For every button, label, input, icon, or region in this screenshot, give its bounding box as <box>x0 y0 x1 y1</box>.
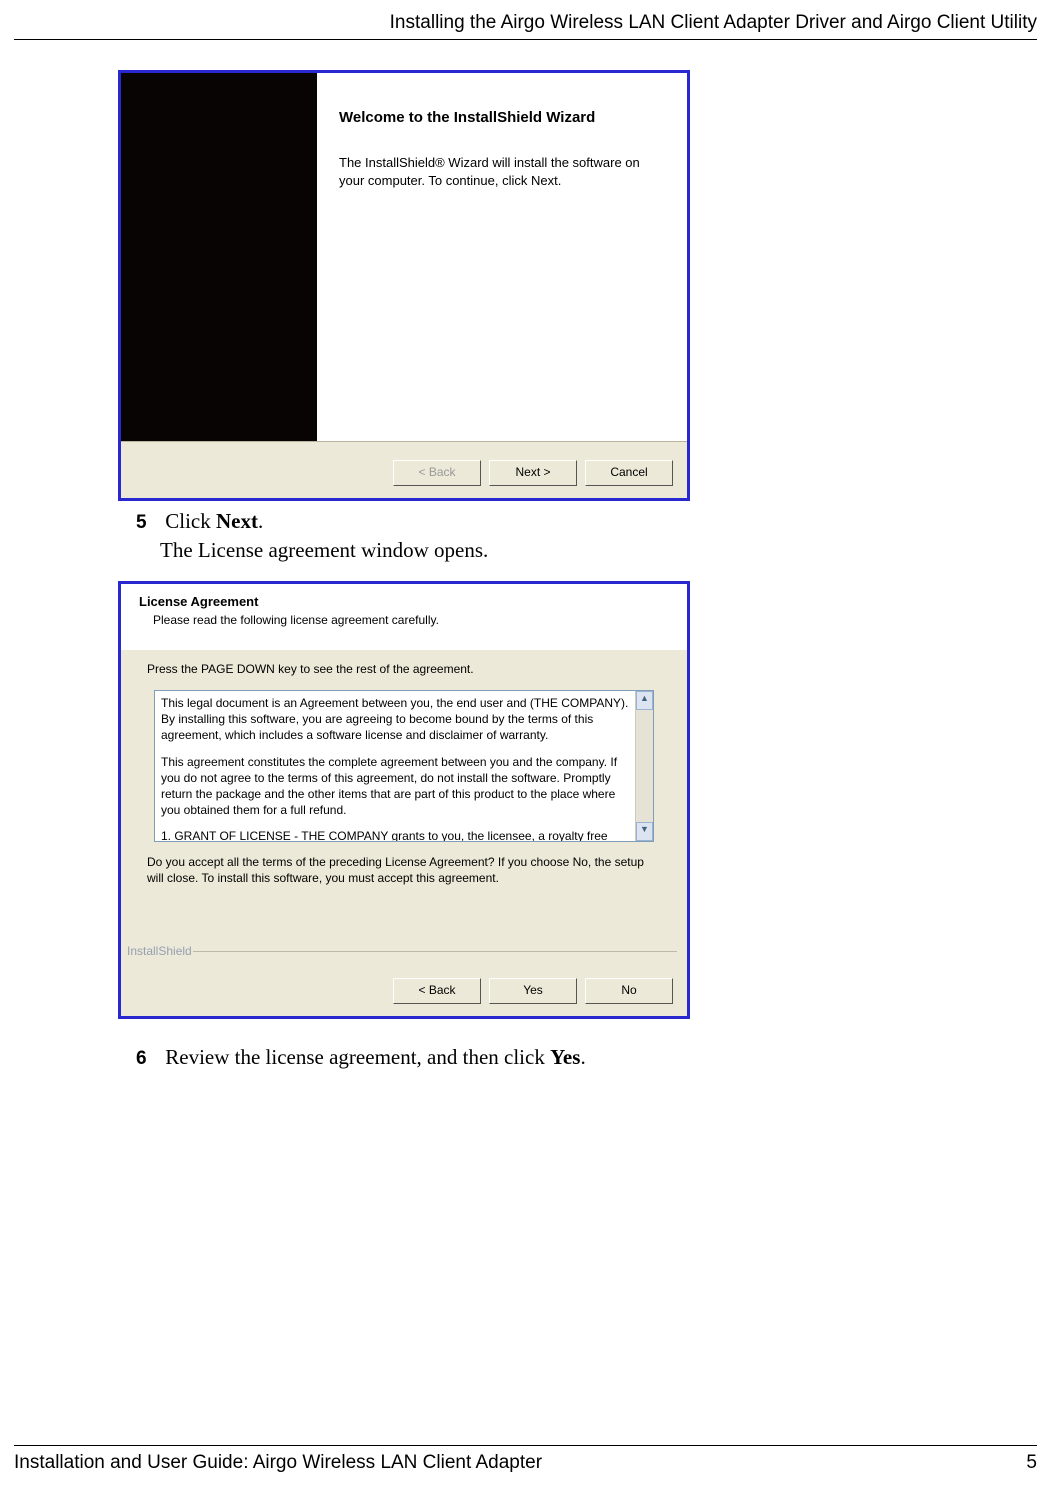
back-button[interactable]: < Back <box>393 978 481 1004</box>
brand-divider <box>193 951 677 952</box>
no-button[interactable]: No <box>585 978 673 1004</box>
wizard-main-panel: Welcome to the InstallShield Wizard The … <box>317 73 687 442</box>
step-text: Review the license agreement, and then c… <box>165 1045 585 1069</box>
back-button: < Back <box>393 460 481 486</box>
step-text: Click Next. <box>165 509 263 533</box>
license-text-area[interactable]: This legal document is an Agreement betw… <box>154 690 654 842</box>
header-rule <box>14 39 1037 40</box>
next-button[interactable]: Next > <box>489 460 577 486</box>
wizard-button-bar: < Back Next > Cancel <box>121 441 687 498</box>
scroll-down-icon[interactable]: ▼ <box>636 822 653 841</box>
license-hint: Press the PAGE DOWN key to see the rest … <box>147 662 661 676</box>
step-5-sub: The License agreement window opens. <box>160 538 1011 563</box>
footer-title: Installation and User Guide: Airgo Wirel… <box>14 1452 542 1474</box>
page-header: Installing the Airgo Wireless LAN Client… <box>0 12 1037 34</box>
license-subtitle: Please read the following license agreem… <box>153 613 669 627</box>
license-body: Press the PAGE DOWN key to see the rest … <box>121 650 687 960</box>
license-accept-text: Do you accept all the terms of the prece… <box>147 854 661 886</box>
scroll-up-icon[interactable]: ▲ <box>636 691 653 710</box>
license-text-content: This legal document is an Agreement betw… <box>155 691 635 841</box>
scroll-track[interactable] <box>636 710 653 822</box>
installshield-brand: InstallShield <box>127 944 192 958</box>
yes-button[interactable]: Yes <box>489 978 577 1004</box>
page-footer: Installation and User Guide: Airgo Wirel… <box>14 1452 1037 1474</box>
step-number: 6 <box>136 1048 160 1070</box>
step-5: 5 Click Next. <box>136 509 1011 534</box>
page-number: 5 <box>1026 1452 1037 1474</box>
wizard-sidebar-image <box>121 73 317 442</box>
installshield-welcome-dialog: Welcome to the InstallShield Wizard The … <box>118 70 690 501</box>
page-content: Welcome to the InstallShield Wizard The … <box>118 70 1011 1074</box>
footer-rule <box>14 1445 1037 1446</box>
license-title: License Agreement <box>139 594 669 609</box>
step-number: 5 <box>136 512 160 534</box>
license-agreement-dialog: License Agreement Please read the follow… <box>118 581 690 1019</box>
license-button-bar: < Back Yes No <box>121 960 687 1016</box>
wizard-title: Welcome to the InstallShield Wizard <box>339 109 665 126</box>
wizard-body-text: The InstallShield® Wizard will install t… <box>339 154 665 189</box>
scrollbar[interactable]: ▲ ▼ <box>635 691 653 841</box>
cancel-button[interactable]: Cancel <box>585 460 673 486</box>
step-6: 6 Review the license agreement, and then… <box>136 1045 1011 1070</box>
